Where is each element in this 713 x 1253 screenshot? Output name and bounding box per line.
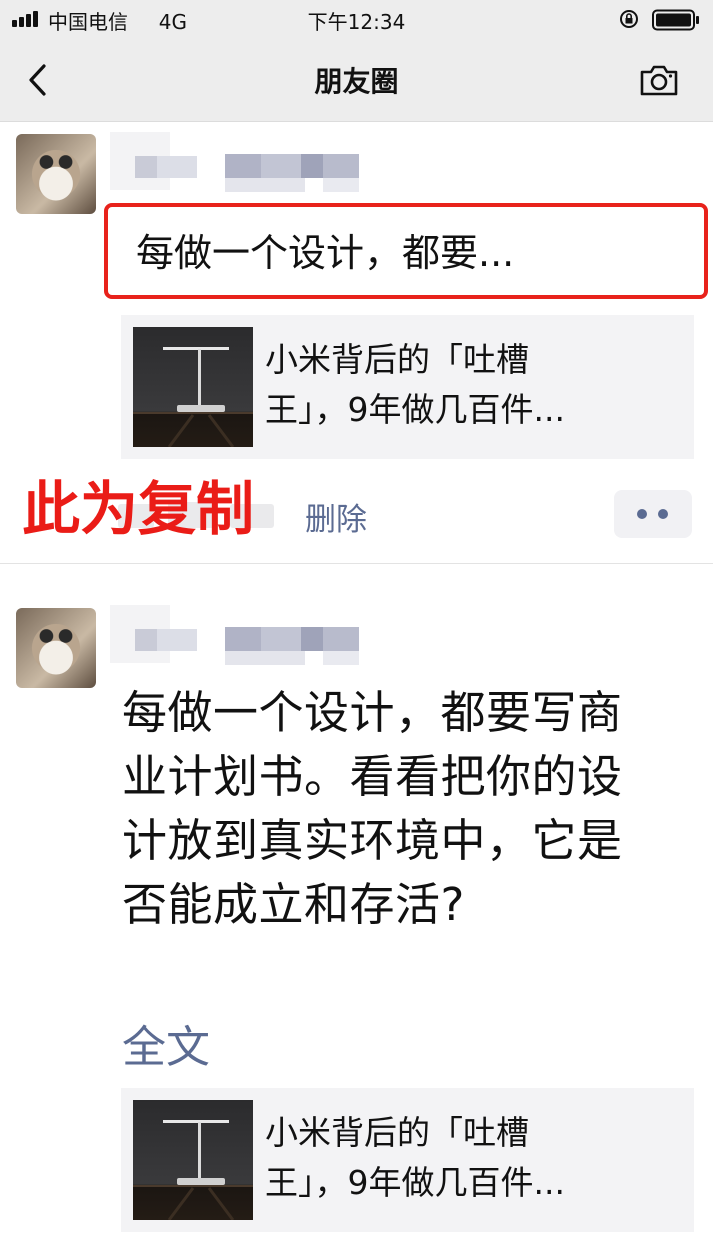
link-thumbnail <box>133 1100 253 1220</box>
link-card[interactable]: 小米背后的「吐槽 王」，9年做几百件... <box>121 1088 694 1232</box>
link-card-title-line: 小米背后的「吐槽 <box>265 1113 529 1152</box>
post-text-line: 每做一个设计，都要写商 <box>122 686 623 739</box>
post-body-text[interactable]: 每做一个设计，都要写商 业计划书。看看把你的设 计放到真实环境中，它是 否能成立… <box>122 681 702 937</box>
post-text-line: 否能成立和存活? <box>122 878 465 931</box>
more-dots-button[interactable] <box>614 490 692 538</box>
feed-post: 每做一个设计，都要写商 业计划书。看看把你的设 计放到真实环境中，它是 否能成立… <box>0 565 713 1253</box>
camera-icon[interactable] <box>638 62 680 98</box>
status-bar: 中国电信 4G 下午12:34 <box>0 0 713 38</box>
page-title: 朋友圈 <box>314 65 399 98</box>
battery-icon <box>652 9 699 31</box>
nav-bar: 朋友圈 <box>0 38 713 122</box>
post-text-line: 业计划书。看看把你的设 <box>122 750 623 803</box>
blurred-username <box>110 605 380 665</box>
link-card-title: 小米背后的「吐槽 王」，9年做几百件... <box>265 335 680 435</box>
avatar[interactable] <box>16 134 96 214</box>
link-card-title-line: 小米背后的「吐槽 <box>265 340 529 379</box>
post-text-line: 计放到真实环境中，它是 <box>122 814 623 867</box>
highlight-annotation-box <box>104 203 708 299</box>
feed-post: 每做一个设计，都要... 小米背后的「吐槽 王」，9年做几百件... 此为复制 … <box>0 122 713 564</box>
link-card[interactable]: 小米背后的「吐槽 王」，9年做几百件... <box>121 315 694 459</box>
moments-screen: 中国电信 4G 下午12:34 朋友圈 每做一个设计，都要... 小米背后的「吐… <box>0 0 713 1253</box>
link-thumbnail <box>133 327 253 447</box>
delete-link[interactable]: 删除 <box>305 494 367 539</box>
link-card-title: 小米背后的「吐槽 王」，9年做几百件... <box>265 1108 680 1208</box>
blurred-username <box>110 132 380 192</box>
copy-annotation-label: 此为复制 <box>22 475 255 543</box>
link-card-title-line: 王」，9年做几百件... <box>265 1163 565 1202</box>
avatar[interactable] <box>16 608 96 688</box>
status-time: 下午12:34 <box>307 10 406 34</box>
link-card-title-line: 王」，9年做几百件... <box>265 390 565 429</box>
rotation-lock-icon <box>620 10 638 28</box>
full-text-toggle[interactable]: 全文 <box>122 1011 210 1075</box>
